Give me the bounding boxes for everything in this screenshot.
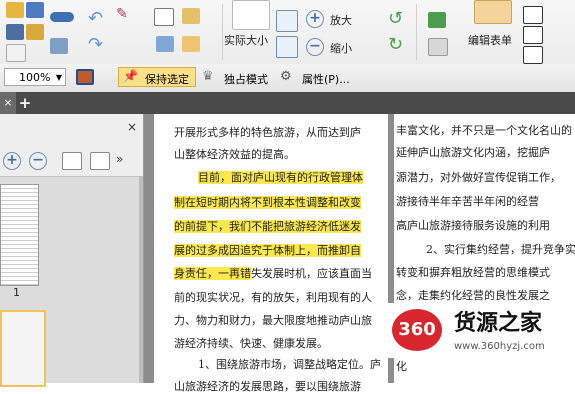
ink-icon[interactable] — [50, 12, 74, 22]
text-line: 山整体经济效益的提高。 — [174, 148, 295, 161]
text-tool-icon[interactable] — [523, 46, 543, 64]
highlighted-text: 的前提下，我们不能把旅游经济低迷发 — [174, 220, 361, 233]
text-line: 游经济持续、快速、健康发展。 — [174, 337, 328, 350]
open-icon[interactable] — [26, 24, 44, 40]
rotate-right-icon[interactable]: ↻ — [388, 34, 403, 55]
actual-size-label[interactable]: 实际大小 — [224, 32, 268, 48]
chevron-down-icon: ▼ — [55, 73, 62, 82]
text-line: 开展形式多样的特色旅游，从而达到庐 — [174, 126, 361, 139]
highlighted-text: 目前，面对庐山现有的行政管理体 — [198, 171, 363, 184]
text-line: 目前，面对庐山现有的行政管理体 — [198, 169, 363, 185]
text-line: 的前提下，我们不能把旅游经济低迷发 — [174, 218, 361, 234]
text-line: 制在短时期内将不到根本性调整和改变 — [174, 194, 361, 210]
logo-360: 360 — [392, 309, 442, 351]
ribbon: ↶ ↷ ✎ 实际大小 + 放大 − 缩小 ↺ ↻ 编辑表单 — [0, 0, 575, 65]
rotate-left-icon[interactable]: ↺ — [388, 8, 403, 29]
print-icon[interactable] — [6, 24, 24, 40]
text-line: 身责任，一再错失发展时机，应该直面当 — [174, 267, 372, 280]
save-icon[interactable] — [26, 2, 44, 18]
thumbnail-zoom-out-icon[interactable]: − — [29, 152, 47, 170]
rotate-thumbnail-right-icon[interactable] — [90, 152, 110, 170]
document-tab-bar: × + — [0, 92, 575, 114]
text-select-icon[interactable] — [154, 8, 174, 26]
quick-toolbar: 100% ▼ 📌 保持选定 ♛ 独占模式 ⚙ 属性(P)... — [0, 64, 575, 93]
text-line: 前的现实状况，有的放矢，利用现有的人 — [174, 291, 372, 304]
text-line: 力、物力和财力，最大限度地推动庐山旅 — [174, 314, 372, 327]
folder-icon[interactable] — [6, 2, 24, 18]
color-picker-icon[interactable] — [76, 69, 94, 85]
keep-selection-button[interactable]: 📌 保持选定 — [118, 67, 196, 87]
text-line: 念，走集约化经营的良性发展之 — [396, 289, 550, 302]
crown-icon: ♛ — [202, 69, 214, 84]
highlighted-text: 身责任，一再错 — [174, 267, 251, 280]
snapshot-icon[interactable] — [156, 36, 174, 52]
properties-icon: ⚙ — [280, 69, 292, 84]
rotate-thumbnail-left-icon[interactable] — [62, 152, 82, 170]
text-line: 1、围绕旅游市场，调整战略定位。庐 — [198, 358, 381, 371]
pushpin-icon: 📌 — [123, 69, 138, 83]
text-line: 丰富文化，并不只是一个文化名山的 — [396, 124, 572, 137]
fit-page-icon[interactable] — [276, 10, 298, 32]
edit-form-icon[interactable] — [474, 0, 512, 24]
page-thumbnail-2[interactable] — [0, 310, 46, 387]
watermark: 360 货源之家 www.360hyzj.com — [386, 303, 575, 358]
text-field-icon[interactable] — [523, 6, 543, 24]
new-tab-icon[interactable]: + — [18, 92, 32, 114]
exclusive-mode-button[interactable]: 独占模式 — [224, 71, 268, 87]
keep-selection-label: 保持选定 — [145, 73, 189, 86]
properties-button[interactable]: 属性(P)... — [302, 71, 350, 87]
new-document-icon[interactable] — [6, 44, 26, 62]
highlighted-text: 展的过多成因追究于体制上，而推卸自 — [174, 244, 361, 257]
text-line: 化 — [396, 360, 407, 373]
zoom-out-icon[interactable]: − — [306, 38, 324, 56]
close-panel-icon[interactable]: × — [127, 120, 137, 134]
thumbnail-panel: × + − » 1 — [0, 114, 144, 387]
zoom-value: 100% — [19, 71, 51, 84]
text-line: 展的过多成因追究于体制上，而推卸自 — [174, 242, 361, 258]
fit-width-icon[interactable] — [276, 36, 298, 58]
close-tab-icon[interactable]: × — [0, 92, 16, 114]
add-field-icon[interactable] — [428, 12, 446, 28]
text-box-icon[interactable] — [523, 26, 543, 44]
paste-icon[interactable] — [182, 36, 200, 52]
page-thumbnail-1[interactable] — [0, 184, 39, 286]
text-line: 转变和摒弃粗放经营的思维模式 — [396, 266, 550, 279]
highlighted-text: 制在短时期内将不到根本性调整和改变 — [174, 196, 361, 209]
brand-name: 货源之家 — [454, 311, 543, 336]
page-number-label: 1 — [13, 286, 20, 299]
text-line: 高庐山旅游接待服务设施的利用 — [396, 219, 550, 232]
text-line: 2、实行集约经营，提升竞争实 — [426, 243, 575, 256]
text-line: 源潜力，对外做好宣传促销工作， — [396, 171, 561, 184]
zoom-in-icon[interactable]: + — [306, 10, 324, 28]
pencil-icon[interactable]: ✎ — [116, 6, 128, 22]
brand-url: www.360hyzj.com — [454, 341, 545, 352]
panel-scrollbar[interactable] — [139, 176, 143, 383]
clipboard-icon[interactable] — [182, 8, 200, 24]
thumbnail-panel-header: × + − » — [0, 114, 143, 177]
flip-icon[interactable] — [50, 38, 68, 54]
form-icon[interactable] — [428, 38, 448, 56]
text-line: 延伸庐山旅游文化内涵，挖掘庐 — [396, 146, 550, 159]
thumbnail-zoom-in-icon[interactable]: + — [3, 152, 21, 170]
zoom-select[interactable]: 100% ▼ — [4, 68, 66, 86]
text-line: 游接待半年辛苦半年闲的经营 — [396, 195, 539, 208]
redo-icon[interactable]: ↷ — [88, 34, 103, 55]
actual-size-icon[interactable] — [232, 0, 270, 30]
zoom-in-label[interactable]: 放大 — [330, 12, 352, 28]
zoom-out-label[interactable]: 缩小 — [330, 40, 352, 56]
page-left: 开展形式多样的特色旅游，从而达到庐 山整体经济效益的提高。目前，面对庐山现有的行政… — [154, 114, 388, 393]
more-options-icon[interactable]: » — [116, 152, 123, 166]
edit-form-label[interactable]: 编辑表单 — [468, 32, 512, 48]
text-line: 山旅游经济的发展思路，要以围绕旅游 — [174, 380, 361, 393]
undo-icon[interactable]: ↶ — [88, 8, 103, 29]
